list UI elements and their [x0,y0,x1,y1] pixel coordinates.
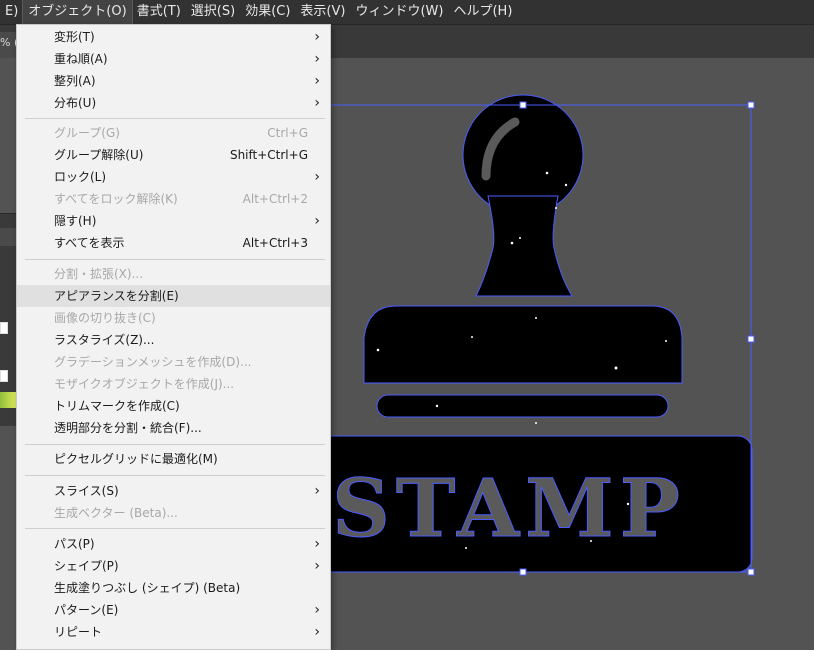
menu-item-slice[interactable]: スライス(S) › [17,480,330,502]
chevron-right-icon: › [314,51,320,67]
chevron-right-icon: › [314,73,320,89]
menu-separator [25,475,325,476]
chevron-right-icon: › [314,213,320,229]
menu-item-align[interactable]: 整列(A) › [17,70,330,92]
menu-item-pixel-perfect[interactable]: ピクセルグリッドに最適化(M) [17,448,330,470]
menu-item-generative-shape-fill[interactable]: 生成塗りつぶし (シェイプ) (Beta) [17,577,330,599]
chevron-right-icon: › [314,602,320,618]
menu-separator [25,444,325,445]
chevron-right-icon: › [314,483,320,499]
menu-item-show-all[interactable]: すべてを表示 Alt+Ctrl+3 [17,232,330,254]
chevron-right-icon: › [314,558,320,574]
menu-help[interactable]: ヘルプ(H) [448,0,517,24]
menu-edit[interactable]: E) [0,0,23,24]
chevron-right-icon: › [314,29,320,45]
menu-item-path[interactable]: パス(P) › [17,533,330,555]
stamp-neck [475,195,573,297]
menu-effect[interactable]: 効果(C) [240,0,295,24]
menu-separator [25,118,325,119]
menu-item-arrange[interactable]: 重ね順(A) › [17,48,330,70]
menu-bar: E) オブジェクト(O) 書式(T) 選択(S) 効果(C) 表示(V) ウィン… [0,0,814,25]
menu-item-repeat[interactable]: リピート › [17,621,330,643]
menu-item-generative-vector[interactable]: 生成ベクター (Beta)... [17,502,330,524]
menu-item-expand-appearance[interactable]: アピアランスを分割(E) [17,285,330,307]
menu-item-pattern[interactable]: パターン(E) › [17,599,330,621]
menu-item-group[interactable]: グループ(G) Ctrl+G [17,122,330,144]
menu-item-expand[interactable]: 分割・拡張(X)... [17,263,330,285]
chevron-right-icon: › [314,624,320,640]
chevron-right-icon: › [314,536,320,552]
object-dropdown-menu: 変形(T) › 重ね順(A) › 整列(A) › 分布(U) › グループ(G) Ctrl… [16,24,331,650]
menu-type[interactable]: 書式(T) [132,0,186,24]
stamp-text: STAMP [332,461,686,555]
menu-item-gradient-mesh[interactable]: グラデーションメッシュを作成(D)... [17,351,330,373]
side-panel [0,213,16,426]
menu-view[interactable]: 表示(V) [295,0,350,24]
menu-item-rasterize[interactable]: ラスタライズ(Z)... [17,329,330,351]
chevron-right-icon: › [314,95,320,111]
menu-window[interactable]: ウィンドウ(W) [350,0,448,24]
stamp-base [363,305,683,384]
panel-tab[interactable] [0,228,16,246]
menu-item-hide[interactable]: 隠す(H) › [17,210,330,232]
menu-item-crop-image[interactable]: 画像の切り抜き(C) [17,307,330,329]
gradient-swatch[interactable] [0,392,16,408]
menu-item-ungroup[interactable]: グループ解除(U) Shift+Ctrl+G [17,144,330,166]
menu-item-unlock-all[interactable]: すべてをロック解除(K) Alt+Ctrl+2 [17,188,330,210]
menu-item-flatten-transparency[interactable]: 透明部分を分割・統合(F)... [17,417,330,439]
menu-item-lock[interactable]: ロック(L) › [17,166,330,188]
menu-item-shape[interactable]: シェイプ(P) › [17,555,330,577]
stroke-swatch[interactable] [0,370,8,382]
menu-item-trim-marks[interactable]: トリムマークを作成(C) [17,395,330,417]
menu-select[interactable]: 選択(S) [186,0,240,24]
menu-object[interactable]: オブジェクト(O) [22,0,133,25]
menu-item-mosaic[interactable]: モザイクオブジェクトを作成(J)... [17,373,330,395]
fill-swatch[interactable] [0,322,8,334]
menu-item-transform[interactable]: 変形(T) › [17,26,330,48]
menu-separator [25,259,325,260]
menu-separator [25,528,325,529]
menu-item-distribute[interactable]: 分布(U) › [17,92,330,114]
chevron-right-icon: › [314,169,320,185]
stamp-bar [376,394,669,418]
